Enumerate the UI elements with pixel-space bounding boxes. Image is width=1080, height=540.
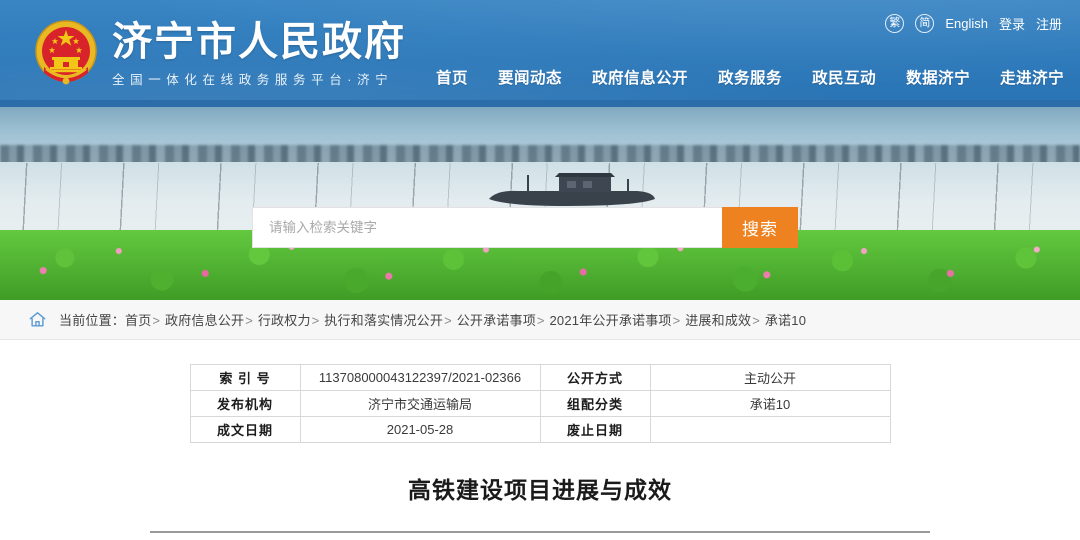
- breadcrumb-item-home[interactable]: 首页: [125, 313, 151, 328]
- nav-item-home[interactable]: 首页: [436, 66, 468, 88]
- meta-label-index-number: 索 引 号: [189, 364, 301, 391]
- china-national-emblem-icon: [30, 17, 102, 89]
- meta-label-document-date: 成文日期: [189, 416, 301, 443]
- nav-item-news[interactable]: 要闻动态: [498, 66, 562, 88]
- nav-item-services[interactable]: 政务服务: [718, 66, 782, 88]
- table-row: 发布机构 济宁市交通运输局 组配分类 承诺10: [189, 390, 891, 417]
- breadcrumb-separator: >: [245, 313, 254, 328]
- english-link[interactable]: English: [945, 16, 988, 31]
- breadcrumb-item-current: 承诺10: [764, 313, 807, 328]
- register-link[interactable]: 注册: [1036, 14, 1062, 33]
- home-icon[interactable]: [28, 310, 47, 329]
- breadcrumb-separator: >: [444, 313, 452, 328]
- site-subtitle: 全国一体化在线政务服务平台·济宁: [112, 73, 394, 87]
- meta-value-document-date: 2021-05-28: [299, 416, 541, 443]
- meta-label-disclosure-method: 公开方式: [539, 364, 651, 391]
- meta-value-expiry-date: [649, 416, 891, 443]
- nav-item-info-disclosure[interactable]: 政府信息公开: [592, 66, 688, 88]
- site-brand: 济宁市人民政府 全国一体化在线政务服务平台·济宁: [112, 19, 406, 88]
- breadcrumb-separator: >: [752, 313, 761, 328]
- simplified-chinese-toggle[interactable]: 简: [915, 14, 935, 33]
- breadcrumb: 当前位置：首页> 政府信息公开> 行政权力> 执行和落实情况公开> 公开承诺事项…: [0, 300, 1080, 340]
- utility-links: 繁 简 English 登录 注册: [885, 14, 1062, 33]
- hero-banner-image: [0, 107, 1080, 300]
- site-search: 搜索: [252, 207, 798, 248]
- breadcrumb-text: 当前位置：首页> 政府信息公开> 行政权力> 执行和落实情况公开> 公开承诺事项…: [59, 310, 806, 329]
- breadcrumb-item-2[interactable]: 行政权力: [258, 313, 311, 328]
- breadcrumb-separator: >: [536, 313, 545, 328]
- meta-value-index-number: 113708000043122397/2021-02366: [299, 364, 541, 391]
- meta-value-issuing-agency: 济宁市交通运输局: [299, 390, 541, 417]
- breadcrumb-separator: >: [152, 313, 161, 328]
- login-link[interactable]: 登录: [999, 14, 1025, 33]
- meta-label-expiry-date: 废止日期: [539, 416, 651, 443]
- meta-label-issuing-agency: 发布机构: [189, 390, 301, 417]
- table-row: 成文日期 2021-05-28 废止日期: [189, 416, 891, 443]
- breadcrumb-separator: >: [672, 313, 681, 328]
- government-portal-page: 济宁市人民政府 全国一体化在线政务服务平台·济宁 繁 简 English 登录 …: [0, 0, 1080, 540]
- nav-item-about-jining[interactable]: 走进济宁: [1000, 66, 1064, 88]
- document-meta-section: 索 引 号 113708000043122397/2021-02366 公开方式…: [0, 340, 1080, 443]
- document-meta-table: 索 引 号 113708000043122397/2021-02366 公开方式…: [189, 364, 891, 443]
- search-input[interactable]: [252, 207, 722, 248]
- breadcrumb-item-4[interactable]: 公开承诺事项: [457, 313, 536, 328]
- title-divider: [150, 531, 930, 533]
- meta-label-category: 组配分类: [539, 390, 651, 417]
- nav-item-data[interactable]: 数据济宁: [906, 66, 970, 88]
- breadcrumb-item-6[interactable]: 进展和成效: [685, 313, 751, 328]
- breadcrumb-prefix: 当前位置：: [59, 313, 126, 328]
- search-button[interactable]: 搜索: [722, 207, 798, 248]
- table-row: 索 引 号 113708000043122397/2021-02366 公开方式…: [189, 364, 891, 391]
- nav-item-interaction[interactable]: 政民互动: [812, 66, 876, 88]
- meta-value-disclosure-method: 主动公开: [649, 364, 891, 391]
- meta-value-category: 承诺10: [649, 390, 891, 417]
- breadcrumb-item-3[interactable]: 执行和落实情况公开: [324, 313, 443, 328]
- traditional-chinese-toggle[interactable]: 繁: [885, 14, 905, 33]
- site-header: 济宁市人民政府 全国一体化在线政务服务平台·济宁 繁 简 English 登录 …: [0, 0, 1080, 107]
- breadcrumb-item-1[interactable]: 政府信息公开: [165, 313, 244, 328]
- breadcrumb-item-5[interactable]: 2021年公开承诺事项: [550, 313, 672, 328]
- page-title: 高铁建设项目进展与成效: [408, 477, 672, 503]
- breadcrumb-separator: >: [311, 313, 320, 328]
- site-title: 济宁市人民政府: [112, 20, 406, 64]
- main-navigation: 首页 要闻动态 政府信息公开 政务服务 政民互动 数据济宁 走进济宁: [436, 66, 1064, 88]
